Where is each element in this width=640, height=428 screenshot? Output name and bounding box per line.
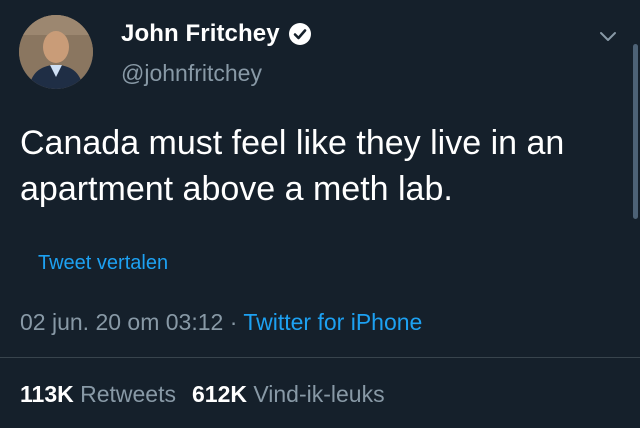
translate-tweet-link[interactable]: Tweet vertalen: [38, 252, 168, 275]
likes-count: 612K: [191, 381, 247, 407]
chevron-down-icon[interactable]: [596, 24, 620, 48]
tweet-source-link[interactable]: Twitter for iPhone: [243, 309, 422, 335]
user-handle[interactable]: @johnfritchey: [121, 60, 262, 87]
avatar-image: [19, 15, 93, 89]
likes-label: Vind-ik-leuks: [253, 381, 385, 407]
scrollbar[interactable]: [633, 44, 638, 219]
user-name[interactable]: John Fritchey: [121, 20, 280, 48]
tweet-text: Canada must feel like they live in an ap…: [20, 124, 565, 208]
likes-stat[interactable]: 612K Vind-ik-leuks: [192, 381, 385, 407]
tweet-meta: 02 jun. 20 om 03:12 · Twitter for iPhone: [20, 309, 422, 336]
retweets-label: Retweets: [80, 381, 176, 407]
divider: [0, 357, 640, 358]
verified-badge-icon: [288, 23, 311, 45]
avatar[interactable]: [19, 15, 93, 89]
tweet-timestamp: 02 jun. 20 om 03:12: [20, 309, 224, 335]
meta-separator: ·: [223, 309, 244, 335]
retweets-stat[interactable]: 113K Retweets: [20, 381, 176, 407]
retweets-count: 113K: [20, 381, 74, 407]
user-name-row: John Fritchey: [121, 20, 312, 48]
tweet-stats: 113K Retweets 612K Vind-ik-leuks: [20, 381, 385, 408]
